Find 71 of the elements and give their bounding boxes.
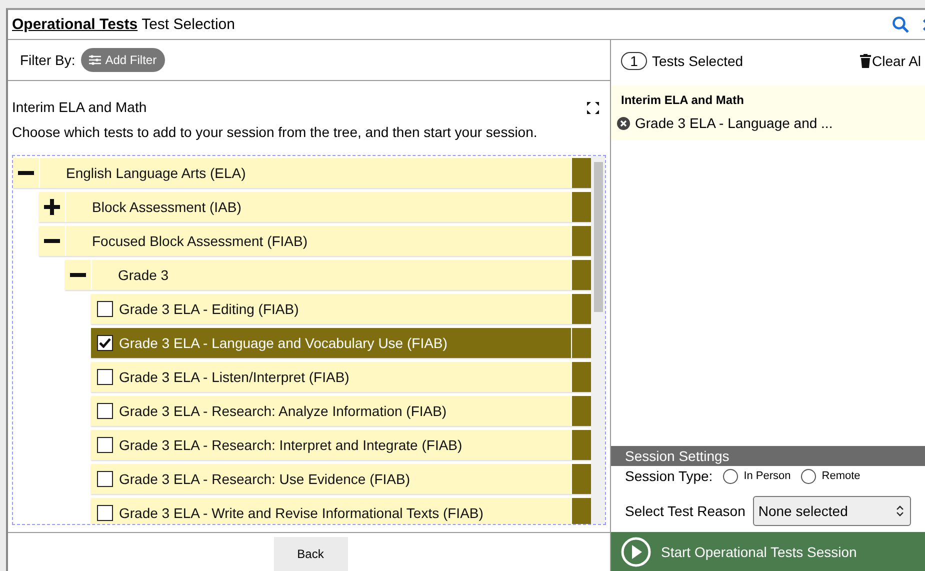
row-handle: [571, 396, 591, 426]
tree-item[interactable]: English Language Arts (ELA): [13, 158, 591, 188]
row-handle: [571, 226, 591, 256]
tree-item-label: Block Assessment (IAB): [91, 199, 242, 215]
tree-item[interactable]: Grade 3 ELA - Write and Revise Informational Texts (FIAB): [91, 498, 591, 524]
selected-label: Tests Selected: [652, 52, 744, 68]
row-handle: [571, 260, 591, 290]
back-button[interactable]: Back: [274, 537, 348, 571]
start-session-button[interactable]: Start Operational Tests Session: [611, 532, 925, 571]
tree-item[interactable]: Grade 3: [65, 260, 591, 290]
tree-item[interactable]: Grade 3 ELA - Research: Use Evidence (FIAB): [91, 464, 591, 494]
tree-item-label: Grade 3 ELA - Write and Revise Informational Texts (FIAB): [118, 505, 484, 521]
checkbox[interactable]: [97, 403, 113, 419]
test-group-title: Interim ELA and Math: [12, 99, 147, 115]
tree-item[interactable]: Grade 3 ELA - Listen/Interpret (FIAB): [91, 362, 591, 392]
tree-item-label: Focused Block Assessment (FIAB): [91, 233, 309, 249]
tree-item[interactable]: Focused Block Assessment (FIAB): [39, 226, 591, 256]
scrollbar[interactable]: [591, 156, 605, 524]
test-reason-label: Select Test Reason: [625, 503, 746, 519]
row-handle: [571, 294, 591, 324]
row-handle: [571, 498, 591, 524]
radio[interactable]: [722, 468, 738, 484]
row-handle: [571, 430, 591, 460]
session-type-label: Session Type:: [625, 468, 713, 484]
selected-test: Grade 3 ELA - Language and ...: [635, 115, 833, 131]
tree-item[interactable]: Grade 3 ELA - Language and Vocabulary Use (FIAB): [91, 328, 591, 358]
row-handle: [571, 158, 591, 188]
tree-item-label: Grade 3 ELA - Research: Interpret and Integrate (FIAB): [118, 437, 464, 453]
page-subtitle: Test Selection: [142, 16, 235, 33]
tree-item-label: English Language Arts (ELA): [65, 165, 247, 181]
selected-count: 1: [621, 52, 647, 70]
tree-item[interactable]: Grade 3 ELA - Research: Analyze Information (FIAB): [91, 396, 591, 426]
radio[interactable]: [800, 468, 816, 484]
row-handle: [571, 328, 591, 358]
session-type-radio[interactable]: Remote: [800, 468, 860, 484]
tree-item[interactable]: Grade 3 ELA - Research: Interpret and Integrate (FIAB): [91, 430, 591, 460]
search-icon[interactable]: [892, 16, 909, 33]
row-handle: [571, 362, 591, 392]
sliders-icon: [89, 55, 102, 65]
plus-icon: [44, 199, 60, 215]
expand-icon[interactable]: [586, 101, 600, 115]
row-handle: [571, 192, 591, 222]
tree-item-label: Grade 3 ELA - Language and Vocabulary Use (FIAB): [118, 335, 448, 351]
checkbox[interactable]: [97, 471, 113, 487]
tree-item[interactable]: Grade 3 ELA - Editing (FIAB): [91, 294, 591, 324]
checkbox[interactable]: [97, 301, 113, 317]
session-settings-header: Session Settings: [611, 446, 925, 466]
checkbox[interactable]: [97, 505, 113, 521]
trash-icon: [860, 54, 871, 68]
test-reason-select[interactable]: None selected: [753, 496, 912, 526]
filter-label: Filter By:: [20, 52, 76, 68]
tree-item-label: Grade 3 ELA - Editing (FIAB): [118, 301, 300, 317]
clear-all-button[interactable]: Clear Al: [860, 52, 925, 68]
remove-icon[interactable]: [617, 116, 630, 130]
row-handle: [571, 464, 591, 494]
selected-group-title: Interim ELA and Math: [621, 93, 745, 107]
tree-item-label: Grade 3: [117, 267, 170, 283]
page-title[interactable]: Operational Tests: [12, 16, 138, 33]
checkbox[interactable]: [97, 437, 113, 453]
tree-item[interactable]: Block Assessment (IAB): [39, 192, 591, 222]
chevron-icon: [896, 505, 904, 517]
checkbox[interactable]: [97, 335, 113, 351]
play-icon: [621, 536, 651, 566]
session-type-radio[interactable]: In Person: [722, 468, 791, 484]
tree-item-label: Grade 3 ELA - Research: Use Evidence (FIAB): [118, 471, 412, 487]
checkbox[interactable]: [97, 369, 113, 385]
tree-item-label: Grade 3 ELA - Research: Analyze Information (FIAB): [118, 403, 448, 419]
check-icon: [99, 338, 111, 348]
tree-item-label: Grade 3 ELA - Listen/Interpret (FIAB): [118, 369, 350, 385]
instructions-text: Choose which tests to add to your session from the tree, and then start your session.: [12, 124, 538, 140]
add-filter-button[interactable]: Add Filter: [81, 48, 165, 72]
